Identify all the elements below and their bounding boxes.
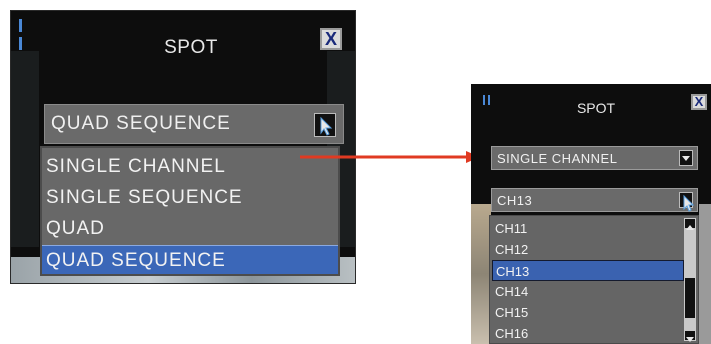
mode-select[interactable]: QUAD SEQUENCE	[44, 104, 344, 144]
list-item-single-channel[interactable]: SINGLE CHANNEL	[42, 152, 338, 181]
mode-select-value: SINGLE CHANNEL	[497, 151, 618, 166]
list-item-quad-sequence[interactable]: QUAD SEQUENCE	[42, 245, 338, 274]
list-item-single-sequence[interactable]: SINGLE SEQUENCE	[42, 183, 338, 212]
mode-select[interactable]: SINGLE CHANNEL	[491, 146, 698, 170]
dropdown-arrow-icon[interactable]	[314, 113, 336, 137]
list-item-ch15[interactable]: CH15	[492, 302, 684, 323]
scroll-up-icon[interactable]	[685, 219, 695, 230]
connector-arrow	[300, 151, 480, 163]
dropdown-arrow-icon[interactable]	[679, 150, 693, 166]
list-item-ch11[interactable]: CH11	[492, 218, 684, 239]
mouse-pointer-icon	[320, 116, 333, 136]
video-background-left	[471, 204, 491, 344]
list-item-ch13[interactable]: CH13	[492, 260, 684, 281]
close-button[interactable]: X	[691, 94, 707, 110]
scroll-down-icon[interactable]	[685, 331, 695, 342]
spot-dialog-right: SPOT X SINGLE CHANNEL CH13 CH11 CH12 CH1…	[471, 84, 711, 344]
spot-dialog-left: SPOT X QUAD SEQUENCE SINGLE CHANNEL SING…	[10, 10, 356, 284]
close-button[interactable]: X	[320, 28, 342, 50]
grip-icon[interactable]	[19, 19, 29, 50]
channel-select-value: CH13	[497, 193, 533, 208]
dialog-title: SPOT	[164, 37, 218, 58]
list-item-quad[interactable]: QUAD	[42, 214, 338, 243]
list-item-ch16[interactable]: CH16	[492, 323, 684, 344]
channel-dropdown-list: CH11 CH12 CH13 CH14 CH15 CH16	[489, 215, 699, 344]
list-item-ch14[interactable]: CH14	[492, 281, 684, 302]
dialog-title: SPOT	[576, 100, 616, 116]
dropdown-arrow-icon[interactable]	[679, 192, 695, 212]
chevron-down-icon	[682, 156, 690, 161]
video-background-right	[699, 204, 711, 344]
scrollbar-thumb[interactable]	[685, 278, 695, 318]
mode-select-value: QUAD SEQUENCE	[51, 113, 231, 134]
grip-icon[interactable]	[483, 92, 493, 110]
list-item-ch12[interactable]: CH12	[492, 239, 684, 260]
mouse-pointer-icon	[683, 194, 695, 212]
mode-dropdown-list: SINGLE CHANNEL SINGLE SEQUENCE QUAD QUAD…	[40, 146, 340, 276]
channel-select[interactable]: CH13	[491, 188, 698, 212]
scrollbar[interactable]	[684, 218, 696, 342]
video-background-left	[11, 51, 39, 247]
